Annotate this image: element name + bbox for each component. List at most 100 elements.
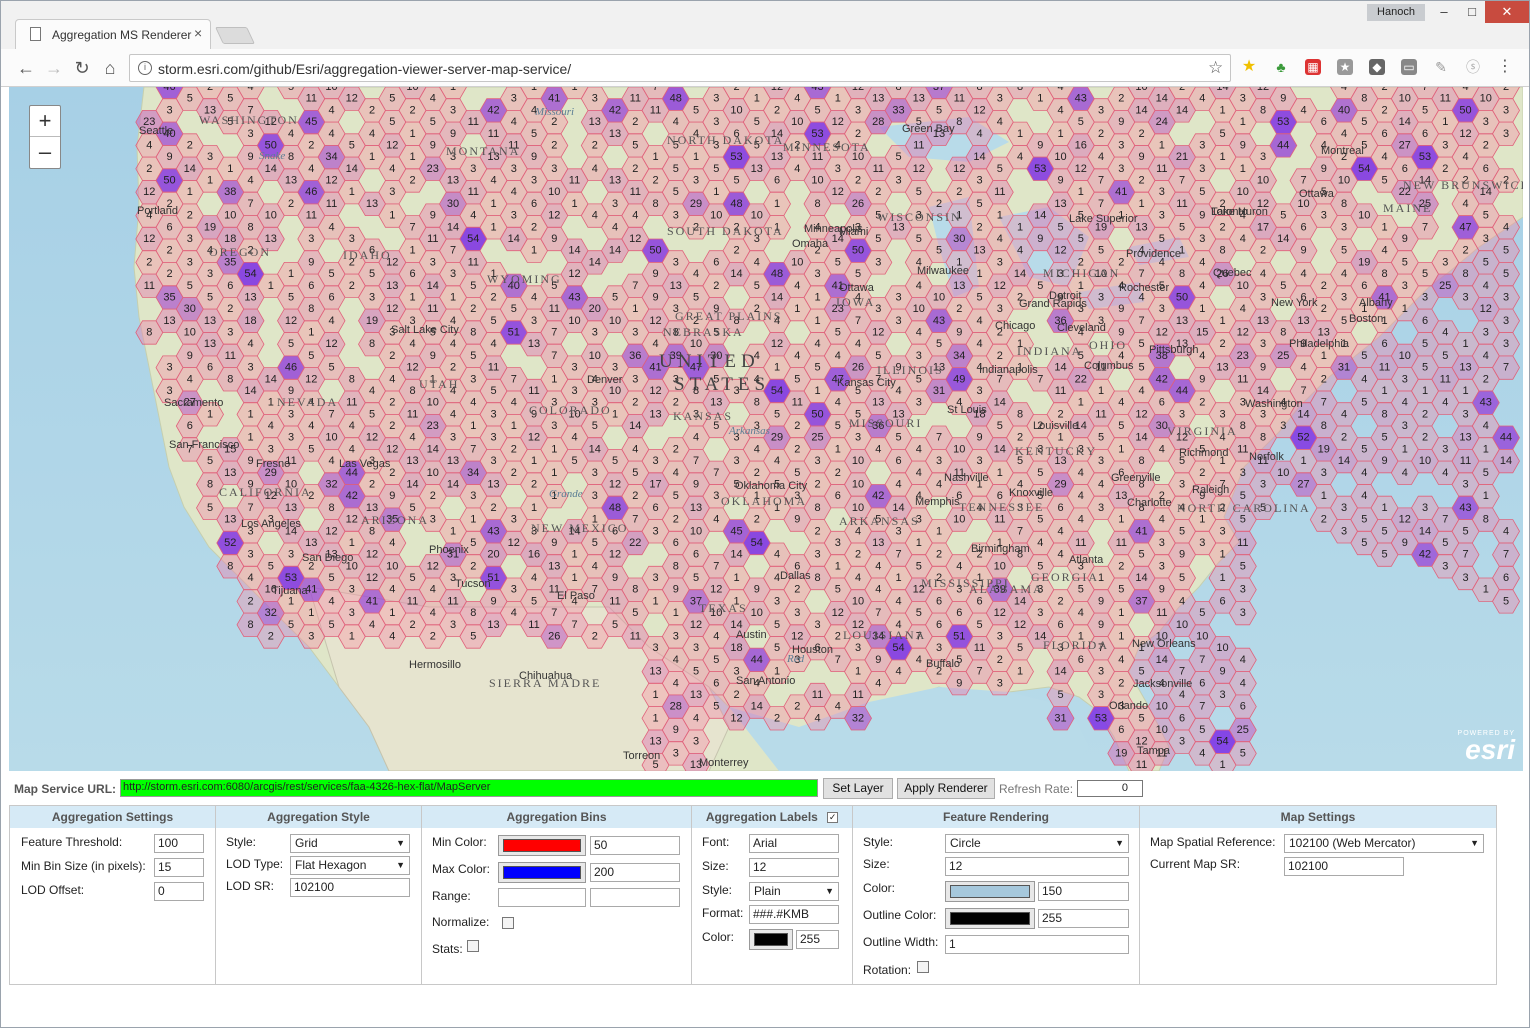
- range-min-input[interactable]: [498, 888, 586, 907]
- format-label: Format:: [702, 906, 744, 920]
- menu-icon[interactable]: ⋮: [1497, 59, 1513, 75]
- hex-count-label: 5: [794, 467, 800, 479]
- profile-badge[interactable]: Hanoch: [1367, 4, 1425, 21]
- lod-offset-input[interactable]: 0: [154, 882, 204, 901]
- browser-tab[interactable]: Aggregation MS Renderer ×: [15, 19, 211, 49]
- label-color-picker[interactable]: [749, 929, 793, 950]
- new-tab-button[interactable]: [215, 27, 255, 44]
- outline-color-picker[interactable]: [945, 908, 1035, 929]
- hex-count-label: 1: [652, 689, 658, 701]
- font-input[interactable]: Arial: [749, 834, 839, 853]
- region-label: LOUISIANA: [843, 628, 926, 642]
- place-label: Portland: [137, 205, 178, 217]
- set-layer-button[interactable]: Set Layer: [823, 778, 893, 799]
- refresh-rate-input[interactable]: 0: [1077, 780, 1143, 797]
- zoom-in-button[interactable]: +: [30, 106, 60, 137]
- lod-type-select[interactable]: Flat Hexagon ▼: [290, 856, 410, 875]
- bookmark-star-icon[interactable]: ☆: [1208, 58, 1223, 78]
- hex-count-label: 53: [1419, 151, 1431, 163]
- lod-sr-input[interactable]: 102100: [290, 878, 410, 897]
- address-bar[interactable]: i storm.esri.com/github/Esri/aggregation…: [129, 54, 1231, 82]
- render-style-label: Style:: [863, 835, 894, 849]
- hex-count-label: 10: [609, 315, 621, 327]
- label-alpha-input[interactable]: 255: [796, 930, 839, 949]
- hex-count-label: 3: [1199, 140, 1205, 152]
- hex-count-label: 2: [814, 525, 820, 537]
- maximize-button[interactable]: □: [1457, 1, 1487, 23]
- min-value-input[interactable]: 50: [590, 836, 680, 855]
- minimize-button[interactable]: –: [1429, 1, 1459, 23]
- map-view[interactable]: 23 4 2 12 4 12 2 11 8 46 3 40 9 50 2 6 2 2 35 13 3 3 5 2 14 1 2 3 3 5…: [9, 87, 1523, 771]
- hex-count-label: 45: [730, 525, 742, 537]
- leaf-grey-extension-icon[interactable]: ✎: [1433, 59, 1449, 75]
- render-size-input[interactable]: 12: [945, 857, 1129, 876]
- hex-count-label: 9: [450, 128, 456, 140]
- hex-count-label: 1: [1219, 151, 1225, 163]
- hex-count-label: 12: [346, 93, 358, 105]
- info-icon[interactable]: i: [138, 61, 152, 75]
- outline-width-input[interactable]: 1: [945, 935, 1129, 954]
- hex-count-label: 4: [1078, 607, 1084, 619]
- hex-count-label: 12: [528, 432, 540, 444]
- cast-extension-icon[interactable]: ▭: [1401, 59, 1417, 75]
- close-tab-icon[interactable]: ×: [194, 25, 202, 41]
- address-url[interactable]: storm.esri.com/github/Esri/aggregation-v…: [158, 61, 571, 77]
- region-label: SIERRA MADRE: [489, 676, 601, 690]
- style-select[interactable]: Grid ▼: [290, 834, 410, 853]
- spatial-ref-select[interactable]: 102100 (Web Mercator) ▼: [1284, 834, 1484, 853]
- home-icon[interactable]: ⌂: [99, 57, 121, 79]
- rotation-checkbox[interactable]: [917, 961, 929, 973]
- hex-count-label: 1: [551, 373, 557, 385]
- skype-extension-icon[interactable]: ⓢ: [1465, 59, 1481, 75]
- calendar-extension-icon[interactable]: ▦: [1305, 59, 1321, 75]
- hex-count-label: 14: [244, 385, 256, 397]
- hex-count-label: 8: [308, 303, 314, 315]
- forward-arrow-icon[interactable]: →: [43, 57, 65, 79]
- stats-checkbox[interactable]: [467, 940, 479, 952]
- range-max-input[interactable]: [590, 888, 680, 907]
- feature-threshold-input[interactable]: 100: [154, 834, 204, 853]
- hex-count-label: 3: [976, 175, 982, 187]
- leaf-extension-icon[interactable]: ♣: [1273, 59, 1289, 75]
- map-canvas[interactable]: 2342124122118463409502622351333521412335…: [9, 87, 1523, 771]
- max-color-picker[interactable]: [498, 862, 586, 883]
- hex-count-label: 1: [207, 175, 213, 187]
- close-window-button[interactable]: ✕: [1485, 1, 1529, 23]
- region-label: ILLINOIS: [877, 363, 944, 377]
- pocket-extension-icon[interactable]: ◆: [1369, 59, 1385, 75]
- hex-count-label: 3: [511, 514, 517, 526]
- hex-count-label: 14: [1014, 595, 1026, 607]
- label-style-select[interactable]: Plain ▼: [749, 882, 839, 901]
- render-style-select[interactable]: Circle ▼: [945, 834, 1129, 853]
- back-arrow-icon[interactable]: ←: [15, 57, 37, 79]
- render-color-alpha-input[interactable]: 150: [1038, 882, 1129, 901]
- place-label: Tampa: [1137, 745, 1171, 757]
- outline-alpha-input[interactable]: 255: [1038, 909, 1129, 928]
- star-extension-icon[interactable]: ★: [1241, 59, 1257, 75]
- labels-enabled-checkbox[interactable]: ✓: [827, 812, 839, 824]
- min-color-picker[interactable]: [498, 835, 586, 856]
- hex-count-label: 13: [1257, 315, 1269, 327]
- normalize-checkbox[interactable]: [502, 917, 514, 929]
- hex-count-label: 41: [1115, 186, 1127, 198]
- render-color-picker[interactable]: [945, 881, 1035, 902]
- hex-count-label: 7: [895, 549, 901, 561]
- place-label: Raleigh: [1192, 484, 1229, 496]
- hex-count-label: 2: [733, 689, 739, 701]
- max-value-input[interactable]: 200: [590, 863, 680, 882]
- apply-renderer-button[interactable]: Apply Renderer: [897, 778, 995, 799]
- hex-count-label: 53: [1034, 163, 1046, 175]
- bookmark-extension-icon[interactable]: ★: [1337, 59, 1353, 75]
- format-input[interactable]: ###.#KMB: [749, 905, 839, 924]
- zoom-out-button[interactable]: –: [30, 137, 60, 168]
- service-url-input[interactable]: http://storm.esri.com:6080/arcgis/rest/s…: [120, 779, 818, 797]
- region-label: STATES: [674, 374, 770, 395]
- hex-count-label: 13: [973, 245, 985, 257]
- hex-count-label: 10: [386, 560, 398, 572]
- hex-count-label: 11: [427, 303, 438, 315]
- hex-count-label: 5: [1240, 560, 1246, 572]
- min-bin-size-input[interactable]: 15: [154, 858, 204, 877]
- size-input[interactable]: 12: [749, 858, 839, 877]
- hex-count-label: 7: [1098, 175, 1104, 187]
- reload-icon[interactable]: ↻: [71, 57, 93, 79]
